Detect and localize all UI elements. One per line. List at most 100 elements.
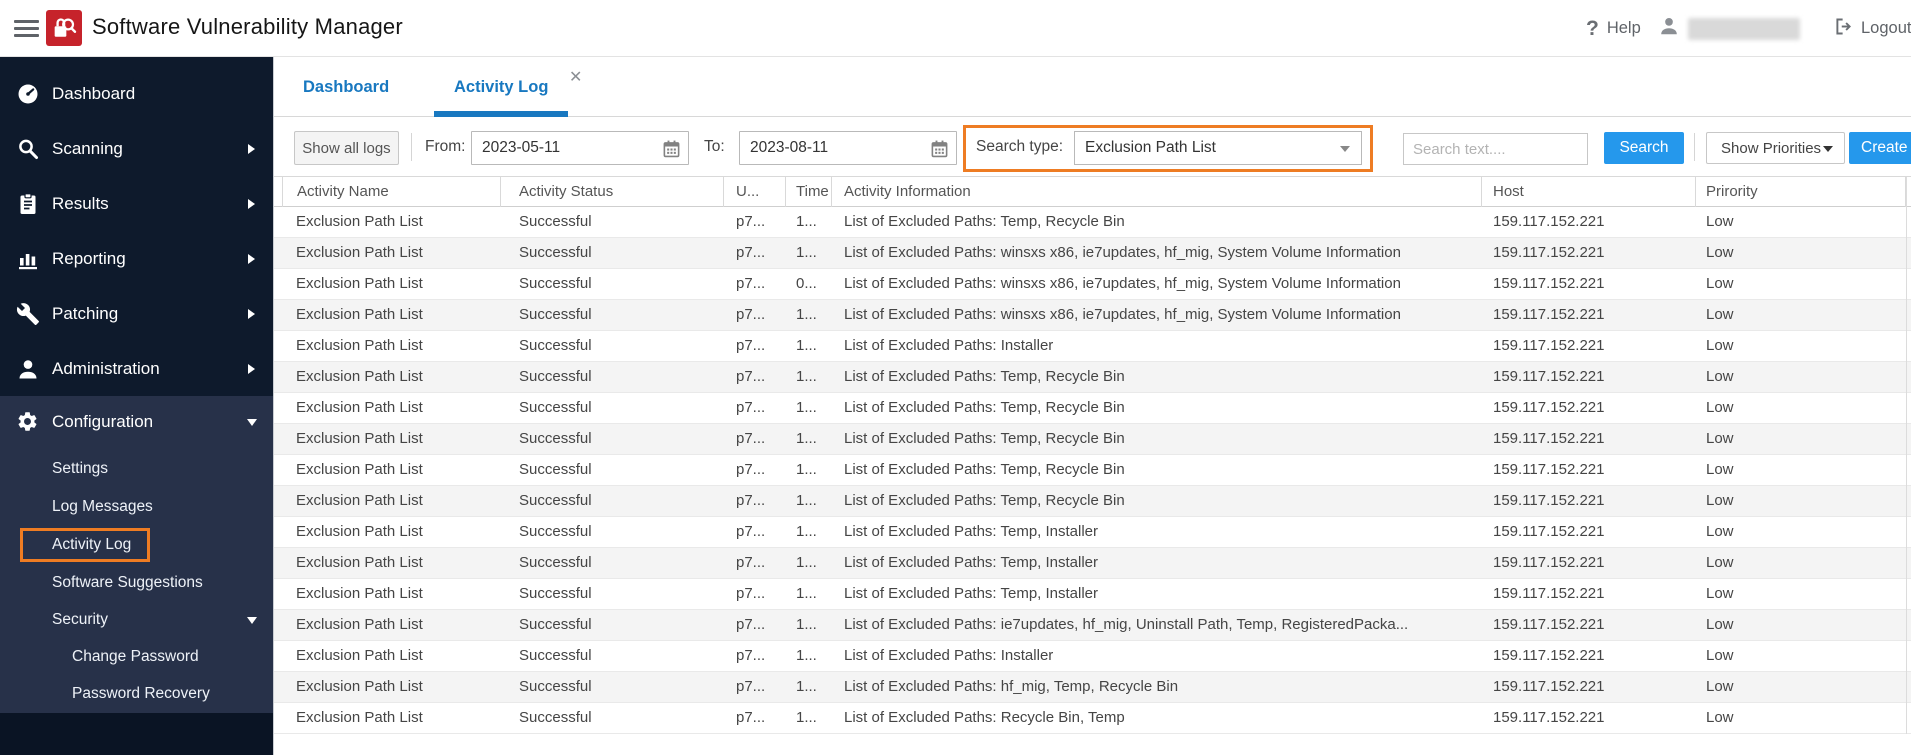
user-name-redacted: [1688, 17, 1800, 40]
sidebar-subitem-label: Activity Log: [52, 536, 132, 553]
column-header-time[interactable]: Time: [786, 177, 832, 207]
tab-close-icon[interactable]: ✕: [569, 67, 582, 87]
search-text-input[interactable]: [1403, 133, 1588, 165]
sidebar-item-results[interactable]: Results: [0, 176, 273, 231]
sidebar-subitem-change-password[interactable]: Change Password: [0, 638, 273, 676]
search-button[interactable]: Search: [1604, 132, 1684, 164]
table-row[interactable]: Exclusion Path List Successful p7... 1... Li…: [274, 331, 1911, 362]
cell-status: Successful: [519, 244, 592, 261]
cell-status: Successful: [519, 709, 592, 726]
cell-name: Exclusion Path List: [296, 554, 423, 571]
cell-info: List of Excluded Paths: Installer: [844, 647, 1054, 664]
sidebar-subitem-software-suggestions[interactable]: Software Suggestions: [0, 564, 273, 602]
from-date-value: 2023-05-11: [482, 139, 561, 156]
table-row[interactable]: Exclusion Path List Successful p7... 1... Li…: [274, 579, 1911, 610]
cell-info: List of Excluded Paths: Temp, Recycle Bi…: [844, 399, 1125, 416]
person-icon: [1658, 15, 1680, 42]
search-type-dropdown[interactable]: Exclusion Path List: [1074, 131, 1362, 165]
table-row[interactable]: Exclusion Path List Successful p7... 1... Li…: [274, 362, 1911, 393]
sidebar-item-dashboard[interactable]: Dashboard: [0, 66, 273, 121]
column-header-user[interactable]: U...: [724, 177, 786, 207]
cell-priority: Low: [1706, 368, 1734, 385]
show-priorities-button[interactable]: Show Priorities: [1706, 132, 1845, 164]
tab-activity-log[interactable]: Activity Log ✕: [434, 57, 582, 117]
chevron-down-icon: [1340, 146, 1350, 152]
column-header-activity-information[interactable]: Activity Information: [832, 177, 1482, 207]
from-date-input[interactable]: 2023-05-11: [471, 131, 689, 165]
cell-host: 159.117.152.221: [1493, 616, 1605, 633]
show-all-logs-button[interactable]: Show all logs: [294, 131, 399, 165]
hamburger-menu-icon[interactable]: [14, 20, 39, 37]
cell-status: Successful: [519, 492, 592, 509]
chevron-right-icon: [248, 308, 255, 319]
column-header-activity-name[interactable]: Activity Name: [282, 177, 501, 207]
sidebar-item-scanning[interactable]: Scanning: [0, 121, 273, 176]
cell-info: List of Excluded Paths: Temp, Installer: [844, 554, 1099, 571]
table-row[interactable]: Exclusion Path List Successful p7... 1... Li…: [274, 238, 1911, 269]
table-row[interactable]: Exclusion Path List Successful p7... 1... Li…: [274, 300, 1911, 331]
sidebar-subitem-settings[interactable]: Settings: [0, 450, 273, 488]
sidebar-item-reporting[interactable]: Reporting: [0, 231, 273, 286]
cell-info: List of Excluded Paths: Temp, Installer: [844, 523, 1099, 540]
wrench-icon: [16, 302, 40, 326]
create-button[interactable]: Create N: [1849, 132, 1911, 164]
cell-host: 159.117.152.221: [1493, 213, 1605, 230]
help-button[interactable]: ? Help: [1586, 0, 1641, 57]
logout-icon: [1833, 16, 1854, 42]
cell-host: 159.117.152.221: [1493, 244, 1605, 261]
cell-time: 1...: [796, 554, 817, 571]
tab-dashboard[interactable]: Dashboard: [283, 57, 409, 117]
cell-user: p7...: [736, 337, 766, 354]
cell-time: 0...: [796, 275, 817, 292]
sidebar-item-label: Patching: [52, 303, 119, 323]
column-header-priority[interactable]: Prirority: [1696, 177, 1906, 207]
cell-time: 1...: [796, 430, 817, 447]
to-date-input[interactable]: 2023-08-11: [739, 131, 957, 165]
table-row[interactable]: Exclusion Path List Successful p7... 0... Li…: [274, 269, 1911, 300]
person-icon: [16, 357, 40, 381]
cell-name: Exclusion Path List: [296, 523, 423, 540]
cell-priority: Low: [1706, 678, 1734, 695]
calendar-icon[interactable]: [662, 139, 681, 163]
cell-status: Successful: [519, 306, 592, 323]
table-row[interactable]: Exclusion Path List Successful p7... 1... Li…: [274, 672, 1911, 703]
column-header-activity-status[interactable]: Activity Status: [501, 177, 724, 207]
sidebar-item-patching[interactable]: Patching: [0, 286, 273, 341]
sidebar-item-administration[interactable]: Administration: [0, 341, 273, 396]
sidebar-subitem-security[interactable]: Security: [0, 602, 273, 638]
cell-host: 159.117.152.221: [1493, 492, 1605, 509]
sidebar-subitem-log-messages[interactable]: Log Messages: [0, 488, 273, 526]
sidebar-item-label: Results: [52, 193, 109, 213]
table-row[interactable]: Exclusion Path List Successful p7... 1... Li…: [274, 641, 1911, 672]
magnifier-icon: [16, 137, 40, 161]
chevron-down-icon: [247, 418, 257, 426]
cell-name: Exclusion Path List: [296, 368, 423, 385]
table-row[interactable]: Exclusion Path List Successful p7... 1... Li…: [274, 207, 1911, 238]
sidebar-item-configuration[interactable]: Configuration: [0, 396, 273, 448]
cell-user: p7...: [736, 275, 766, 292]
cell-name: Exclusion Path List: [296, 647, 423, 664]
cell-name: Exclusion Path List: [296, 461, 423, 478]
calendar-icon[interactable]: [930, 139, 949, 163]
cell-user: p7...: [736, 678, 766, 695]
cell-host: 159.117.152.221: [1493, 554, 1605, 571]
table-row[interactable]: Exclusion Path List Successful p7... 1... Li…: [274, 610, 1911, 641]
table-row[interactable]: Exclusion Path List Successful p7... 1... Li…: [274, 455, 1911, 486]
table-row[interactable]: Exclusion Path List Successful p7... 1... Li…: [274, 548, 1911, 579]
table-row[interactable]: Exclusion Path List Successful p7... 1... Li…: [274, 703, 1911, 734]
column-header-host[interactable]: Host: [1482, 177, 1696, 207]
cell-info: List of Excluded Paths: Temp, Recycle Bi…: [844, 461, 1125, 478]
table-row[interactable]: Exclusion Path List Successful p7... 1... Li…: [274, 424, 1911, 455]
logout-button[interactable]: Logout: [1833, 0, 1911, 57]
cell-host: 159.117.152.221: [1493, 337, 1605, 354]
cell-user: p7...: [736, 554, 766, 571]
table-row[interactable]: Exclusion Path List Successful p7... 1... Li…: [274, 393, 1911, 424]
sidebar-subitem-password-recovery[interactable]: Password Recovery: [0, 675, 273, 713]
sidebar-subitem-activity-log[interactable]: Activity Log: [0, 526, 273, 564]
table-row[interactable]: Exclusion Path List Successful p7... 1... Li…: [274, 517, 1911, 548]
cell-info: List of Excluded Paths: hf_mig, Temp, Re…: [844, 678, 1179, 695]
toolbar-separator: [1694, 133, 1695, 161]
table-row[interactable]: Exclusion Path List Successful p7... 1... Li…: [274, 486, 1911, 517]
cell-name: Exclusion Path List: [296, 678, 423, 695]
cell-user: p7...: [736, 213, 766, 230]
